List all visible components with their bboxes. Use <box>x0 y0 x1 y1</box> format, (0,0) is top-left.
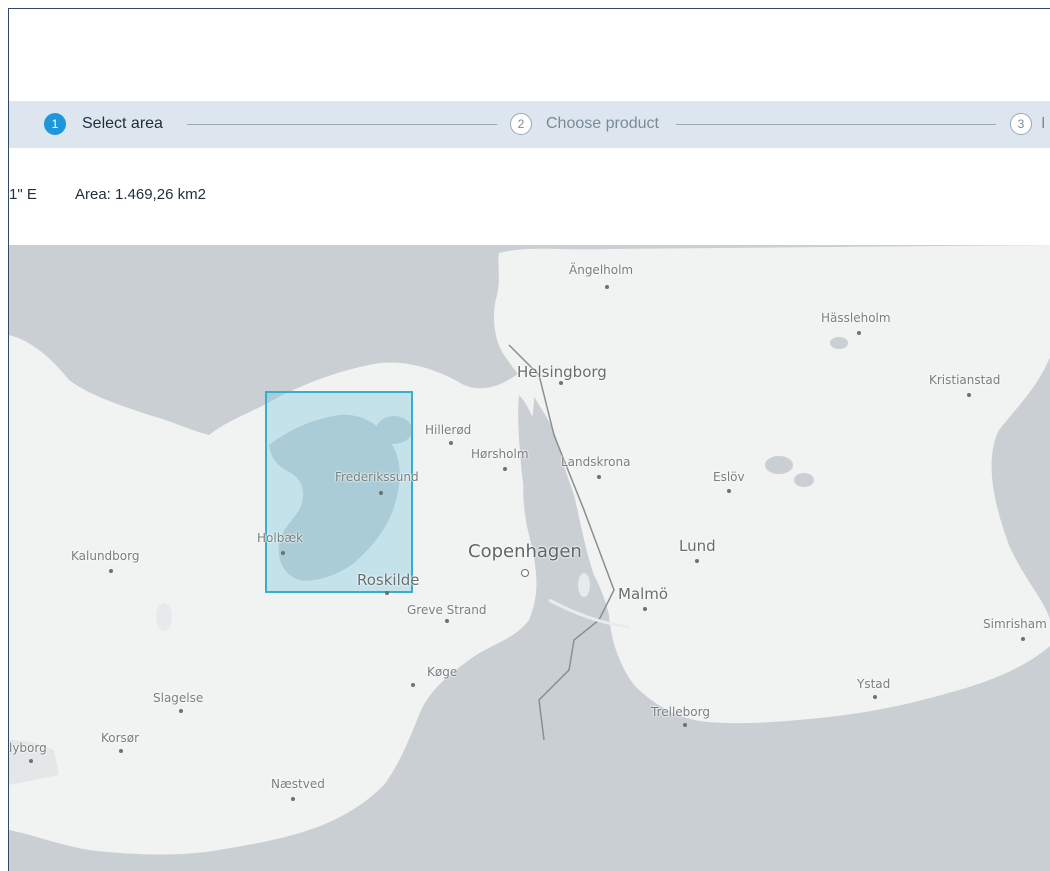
city-dot <box>967 393 971 397</box>
step-2-label[interactable]: Choose product <box>546 113 659 135</box>
city-dot <box>281 551 285 555</box>
city-label: Kristianstad <box>929 373 1001 387</box>
city-dot <box>109 569 113 573</box>
city-dot <box>605 285 609 289</box>
city-label: Roskilde <box>357 571 420 589</box>
city-dot <box>503 467 507 471</box>
city-dot <box>379 491 383 495</box>
city-label: Trelleborg <box>651 705 710 719</box>
city-label: Kalundborg <box>71 549 140 563</box>
capital-dot <box>521 569 529 577</box>
step-connector-2 <box>676 124 996 125</box>
city-label: Helsingborg <box>517 363 607 381</box>
city-dot <box>683 723 687 727</box>
city-dot <box>291 797 295 801</box>
city-dot <box>643 607 647 611</box>
city-dot <box>411 683 415 687</box>
city-dot <box>119 749 123 753</box>
city-label: Landskrona <box>561 455 631 469</box>
city-label: Eslöv <box>713 470 745 484</box>
city-label: Slagelse <box>153 691 204 705</box>
city-label: Holbæk <box>257 531 304 545</box>
step-3-label[interactable]: I <box>1041 113 1045 135</box>
city-label: Copenhagen <box>468 541 582 562</box>
city-label: Hässleholm <box>821 311 891 325</box>
city-dot <box>695 559 699 563</box>
city-dot <box>385 591 389 595</box>
city-label: Køge <box>427 665 458 679</box>
city-dot <box>29 759 33 763</box>
wizard-stepper: 1 Select area 2 Choose product 3 I <box>9 101 1050 148</box>
city-dot <box>449 441 453 445</box>
app-frame: 1 Select area 2 Choose product 3 I 1" E … <box>8 8 1050 871</box>
city-label: Ängelholm <box>569 263 634 277</box>
step-3-number[interactable]: 3 <box>1010 113 1032 135</box>
city-label: Simrisham <box>983 617 1047 631</box>
city-label: Hørsholm <box>471 447 529 461</box>
city-label: Næstved <box>271 777 325 791</box>
city-label: Malmö <box>618 585 669 603</box>
city-label: Ystad <box>857 677 891 691</box>
city-dot <box>597 475 601 479</box>
step-1-label[interactable]: Select area <box>82 113 163 135</box>
city-label: Hillerød <box>425 423 472 437</box>
area-readout: Area: 1.469,26 km2 <box>75 186 206 203</box>
city-dot <box>445 619 449 623</box>
city-dot <box>873 695 877 699</box>
city-dot <box>727 489 731 493</box>
city-dot <box>179 709 183 713</box>
selected-area-rectangle[interactable] <box>265 391 413 593</box>
city-dot <box>857 331 861 335</box>
city-label: Greve Strand <box>407 603 487 617</box>
map-view[interactable]: Ängelholm Hässleholm Helsingborg Kristia… <box>9 245 1050 871</box>
city-dot <box>1021 637 1025 641</box>
city-label: Korsør <box>101 731 140 745</box>
city-dot <box>559 381 563 385</box>
city-label: Lund <box>679 537 716 555</box>
step-connector-1 <box>187 124 497 125</box>
coordinate-readout: 1" E <box>9 186 37 203</box>
step-2-number[interactable]: 2 <box>510 113 532 135</box>
city-label: Frederikssund <box>335 470 419 484</box>
step-1-number[interactable]: 1 <box>44 113 66 135</box>
city-label: lyborg <box>9 741 47 755</box>
